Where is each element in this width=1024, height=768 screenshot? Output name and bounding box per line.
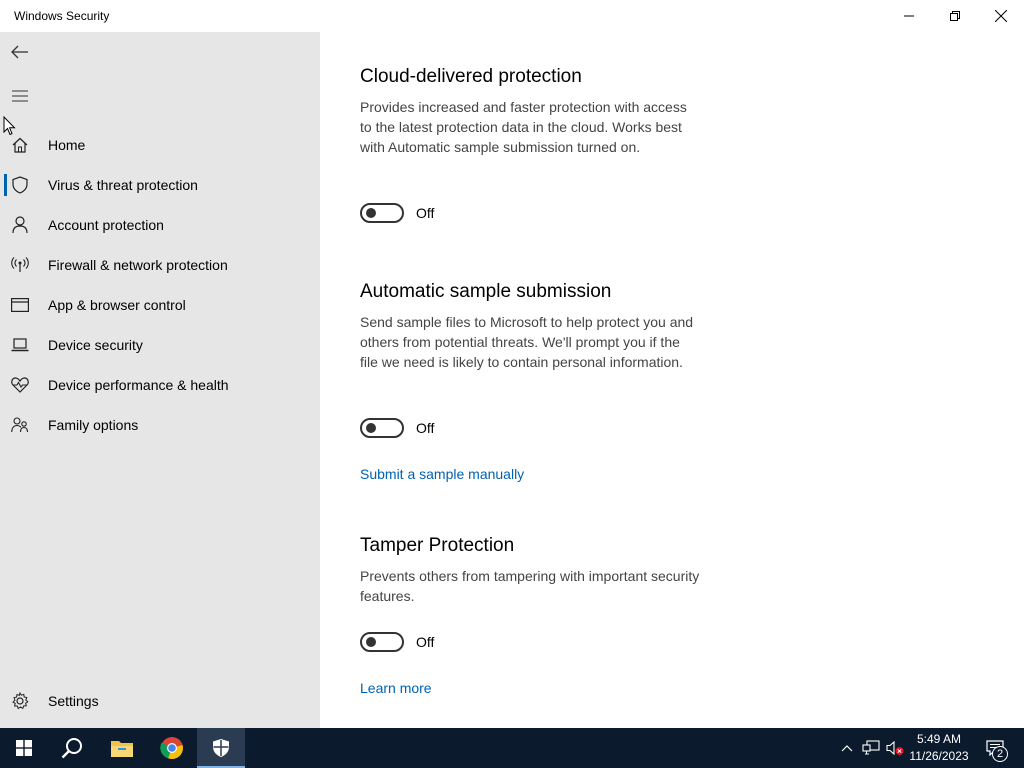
gear-icon	[10, 691, 30, 711]
section-heading: Tamper Protection	[360, 535, 515, 556]
person-icon	[10, 215, 30, 235]
network-icon	[862, 740, 880, 755]
taskbar-clock[interactable]: 5:49 AM 11/26/2023	[904, 731, 974, 765]
section-description: Prevents others from tampering with impo…	[360, 568, 700, 604]
sidebar-item-label: Family options	[48, 417, 139, 433]
sidebar-item-label: Device performance & health	[48, 377, 229, 393]
minimize-icon	[904, 15, 914, 17]
toggle-knob	[366, 637, 376, 647]
file-explorer-button[interactable]	[98, 728, 146, 768]
chrome-icon	[160, 737, 183, 760]
family-icon	[10, 415, 30, 435]
sidebar-item-virus-threat-protection[interactable]: Virus & threat protection	[0, 165, 320, 205]
volume-button[interactable]	[884, 728, 906, 768]
toggle-state-label: Off	[416, 205, 435, 221]
action-center-button[interactable]: 2	[980, 728, 1010, 768]
automatic-sample-toggle[interactable]	[360, 418, 404, 438]
sidebar-item-label: App & browser control	[48, 297, 186, 313]
settings-label: Settings	[48, 693, 99, 709]
tamper-protection-toggle-row: Off	[360, 631, 434, 653]
volume-muted-icon	[886, 740, 904, 756]
sidebar-item-account-protection[interactable]: Account protection	[0, 205, 320, 245]
sidebar-item-app-browser-control[interactable]: App & browser control	[0, 285, 320, 325]
heart-pulse-icon	[10, 375, 30, 395]
hamburger-menu-button[interactable]	[0, 76, 40, 116]
section-heading: Cloud-delivered protection	[360, 66, 582, 87]
sidebar-item-family-options[interactable]: Family options	[0, 405, 320, 445]
section-heading: Automatic sample submission	[360, 281, 612, 302]
sidebar-item-device-performance-health[interactable]: Device performance & health	[0, 365, 320, 405]
restore-icon	[950, 11, 960, 21]
taskbar: 5:49 AM 11/26/2023 2	[0, 728, 1024, 768]
clock-date: 11/26/2023	[909, 749, 969, 763]
shield-icon	[10, 175, 30, 195]
laptop-icon	[10, 335, 30, 355]
sidebar-item-home[interactable]: Home	[0, 125, 320, 165]
windows-security-taskbar-button[interactable]	[197, 728, 245, 768]
search-icon	[61, 738, 82, 759]
tamper-protection-section: Tamper Protection Prevents others from t…	[360, 534, 700, 606]
windows-logo-icon	[16, 740, 32, 756]
sidebar-item-device-security[interactable]: Device security	[0, 325, 320, 365]
section-description: Send sample files to Microsoft to help p…	[360, 314, 694, 370]
clock-time: 5:49 AM	[916, 732, 962, 746]
cloud-protection-section: Cloud-delivered protection Provides incr…	[360, 65, 700, 157]
window-title: Windows Security	[14, 9, 110, 23]
automatic-sample-toggle-row: Off	[360, 417, 434, 439]
chrome-button[interactable]	[148, 728, 196, 768]
folder-icon	[111, 741, 133, 757]
tamper-protection-toggle[interactable]	[360, 632, 404, 652]
main-content: Cloud-delivered protection Provides incr…	[320, 32, 1024, 728]
toggle-knob	[366, 208, 376, 218]
security-shield-icon	[213, 739, 229, 757]
minimize-button[interactable]	[886, 0, 932, 32]
sidebar-item-label: Home	[48, 137, 86, 153]
sidebar: Home Virus & threat protection Account p…	[0, 32, 320, 728]
back-button[interactable]	[0, 32, 40, 72]
hamburger-icon	[12, 90, 28, 102]
toggle-knob	[366, 423, 376, 433]
sidebar-item-label: Account protection	[48, 217, 164, 233]
restore-button[interactable]	[932, 0, 978, 32]
automatic-sample-section: Automatic sample submission Send sample …	[360, 280, 700, 372]
section-description: Provides increased and faster protection…	[360, 99, 687, 155]
browser-window-icon	[10, 295, 30, 315]
close-icon	[995, 10, 1007, 22]
toggle-state-label: Off	[416, 420, 435, 436]
title-bar: Windows Security	[0, 0, 1024, 32]
cloud-protection-toggle-row: Off	[360, 202, 434, 224]
learn-more-link[interactable]: Learn more	[360, 680, 432, 696]
sidebar-item-label: Virus & threat protection	[48, 177, 198, 193]
network-button[interactable]	[860, 728, 882, 768]
sidebar-item-label: Firewall & network protection	[48, 257, 228, 273]
start-button[interactable]	[0, 728, 48, 768]
antenna-icon	[10, 255, 30, 275]
toggle-state-label: Off	[416, 634, 435, 650]
cloud-protection-toggle[interactable]	[360, 203, 404, 223]
sidebar-item-firewall-network-protection[interactable]: Firewall & network protection	[0, 245, 320, 285]
chevron-up-icon	[841, 745, 853, 752]
notification-count-badge: 2	[992, 746, 1008, 762]
home-icon	[10, 135, 30, 155]
search-button[interactable]	[48, 728, 96, 768]
sidebar-item-settings[interactable]: Settings	[0, 681, 320, 721]
show-hidden-icons-button[interactable]	[836, 728, 858, 768]
mouse-cursor-icon	[3, 116, 16, 136]
back-arrow-icon	[11, 45, 28, 59]
submit-sample-link[interactable]: Submit a sample manually	[360, 466, 524, 482]
sidebar-item-label: Device security	[48, 337, 143, 353]
close-button[interactable]	[978, 0, 1024, 32]
